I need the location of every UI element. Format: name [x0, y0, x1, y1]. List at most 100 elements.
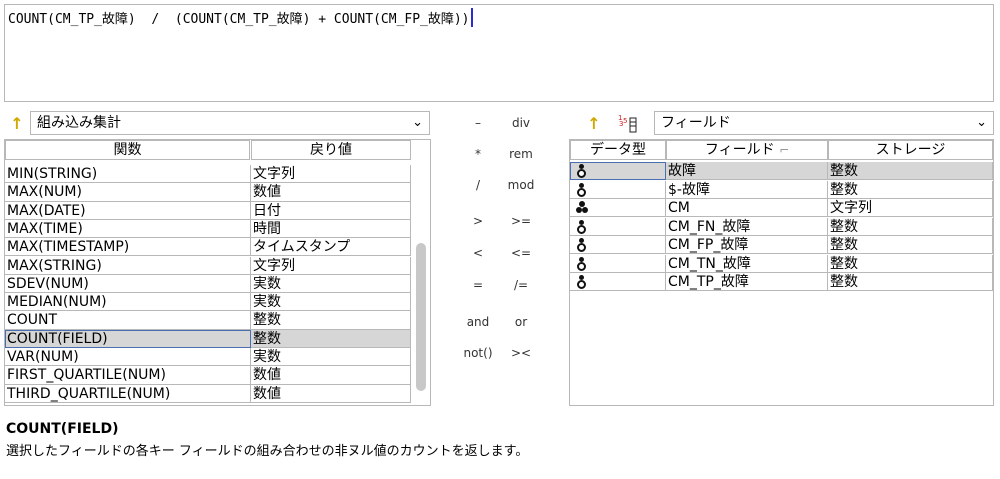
field-row[interactable]: CM_TN_故障 整数 [570, 254, 993, 273]
field-name: CM [666, 199, 828, 218]
chevron-down-icon: ⌄ [412, 115, 423, 130]
function-name: SDEV(NUM) [5, 274, 251, 294]
column-header-return[interactable]: 戻り値 [251, 140, 411, 160]
function-row[interactable]: MAX(DATE) 日付 [5, 201, 411, 220]
function-return-type: 数値 [251, 183, 411, 202]
svg-text:5: 5 [623, 117, 627, 125]
column-header-type[interactable]: データ型 [570, 140, 666, 160]
ordinal-icon [576, 219, 588, 234]
operator-button[interactable]: or [501, 314, 541, 330]
function-row[interactable]: MAX(NUM) 数値 [5, 183, 411, 202]
field-type-cell [570, 180, 666, 199]
column-header-storage[interactable]: ストレージ [828, 140, 993, 160]
function-name: MAX(DATE) [5, 201, 251, 220]
go-up-icon[interactable]: ↑ [6, 112, 28, 136]
operator-button[interactable]: div [501, 115, 541, 131]
ordinal-icon [576, 164, 588, 178]
operator-button[interactable]: – [458, 115, 498, 131]
field-storage: 整数 [828, 217, 993, 236]
ordinal-icon [576, 275, 588, 289]
operator-pad: – div * rem / mod > >= < <= =/= and or not() >< [458, 115, 558, 375]
operator-button[interactable]: not() [458, 345, 498, 361]
operator-button[interactable]: mod [501, 177, 541, 193]
field-storage: 整数 [828, 236, 993, 255]
function-row[interactable]: SDEV(NUM) 実数 [5, 274, 411, 294]
function-row[interactable]: FIRST_QUARTILE(NUM) 数値 [5, 366, 411, 385]
operator-button[interactable]: <= [501, 245, 541, 261]
operator-button[interactable]: * [458, 146, 498, 162]
function-row[interactable]: COUNT(FIELD) 整数 [5, 329, 411, 348]
field-row[interactable]: CM 文字列 [570, 199, 993, 218]
field-storage: 整数 [828, 273, 993, 292]
function-return-type: タイムスタンプ [251, 238, 411, 257]
go-up-icon[interactable]: ↑ [583, 112, 605, 136]
field-row[interactable]: CM_FP_故障 整数 [570, 236, 993, 255]
function-name: MAX(NUM) [5, 183, 251, 202]
field-name: $-故障 [666, 180, 828, 199]
operator-button[interactable]: and [458, 314, 498, 330]
text-caret [470, 8, 473, 27]
field-name: CM_TP_故障 [666, 273, 828, 292]
function-name: MIN(STRING) [5, 165, 251, 184]
field-source-select[interactable]: フィールド ⌄ [654, 111, 994, 135]
operator-button[interactable]: > [458, 213, 498, 229]
operator-button[interactable]: rem [501, 146, 541, 162]
ordinal-icon [576, 256, 588, 271]
function-return-type: 整数 [251, 329, 411, 348]
field-row[interactable]: CM_TP_故障 整数 [570, 273, 993, 292]
column-header-field-label: フィールド [704, 142, 775, 158]
field-row[interactable]: $-故障 整数 [570, 180, 993, 199]
expression-editor[interactable]: COUNT(CM_TP_故障) / (COUNT(CM_TP_故障) + COU… [4, 4, 994, 102]
column-header-function[interactable]: 関数 [5, 140, 250, 160]
field-type-cell [570, 254, 666, 273]
operator-button[interactable]: >< [501, 345, 541, 361]
function-return-type: 数値 [251, 366, 411, 385]
svg-text:3: 3 [619, 120, 623, 128]
sort-indicator-icon: ⌐ [779, 143, 790, 157]
operator-button[interactable]: /= [501, 277, 541, 293]
field-type-cell [570, 162, 666, 181]
function-row[interactable]: THIRD_QUARTILE(NUM) 数値 [5, 384, 411, 403]
expression-text[interactable]: COUNT(CM_TP_故障) / (COUNT(CM_TP_故障) + COU… [8, 12, 470, 27]
field-name: CM_FP_故障 [666, 236, 828, 255]
field-name: CM_FN_故障 [666, 217, 828, 236]
operator-button[interactable]: < [458, 245, 498, 261]
function-return-type: 文字列 [251, 256, 411, 275]
function-name: COUNT [5, 311, 251, 330]
function-row[interactable]: VAR(NUM) 実数 [5, 348, 411, 367]
function-row[interactable]: MAX(TIMESTAMP) タイムスタンプ [5, 238, 411, 257]
function-row[interactable]: MEDIAN(NUM) 実数 [5, 293, 411, 312]
description-text: 選択したフィールドの各キー フィールドの組み合わせの非ヌル値のカウントを返します… [6, 444, 529, 459]
function-name: MAX(TIMESTAMP) [5, 238, 251, 257]
field-storage: 文字列 [828, 199, 993, 218]
field-source-value: フィールド [661, 115, 731, 131]
function-row[interactable]: MAX(STRING) 文字列 [5, 256, 411, 275]
function-row[interactable]: MAX(TIME) 時間 [5, 219, 411, 239]
function-name: MAX(STRING) [5, 256, 251, 275]
field-reorder-icon[interactable]: 1 5 3 [617, 112, 641, 136]
field-name: 故障 [666, 162, 828, 181]
function-name: COUNT(FIELD) [5, 329, 251, 348]
field-type-cell [570, 236, 666, 255]
field-name: CM_TN_故障 [666, 254, 828, 273]
field-row[interactable]: 故障 整数 [570, 162, 993, 181]
functions-list: MIN(STRING) 文字列 MAX(NUM) 数値 MAX(DATE) 日付 MAX(T… [5, 165, 411, 405]
function-row[interactable]: MIN(STRING) 文字列 [5, 165, 411, 184]
function-return-type: 数値 [251, 384, 411, 403]
fields-list: 故障 整数 $-故障 整数 CM 文字列 CM_FN_故障 整数 CM_FP_故障 整数 CM_TN… [570, 162, 993, 402]
column-header-field[interactable]: フィールド ⌐ [666, 140, 828, 160]
function-return-type: 整数 [251, 311, 411, 330]
ordinal-icon [576, 182, 588, 197]
operator-button[interactable]: / [458, 177, 498, 193]
operator-button[interactable]: = [458, 277, 498, 293]
operator-button[interactable]: >= [501, 213, 541, 229]
scrollbar-thumb[interactable] [416, 243, 426, 391]
field-storage: 整数 [828, 162, 993, 181]
function-return-type: 日付 [251, 201, 411, 220]
field-row[interactable]: CM_FN_故障 整数 [570, 217, 993, 236]
function-name: FIRST_QUARTILE(NUM) [5, 366, 251, 385]
field-type-cell [570, 273, 666, 292]
function-category-select[interactable]: 組み込み集計 ⌄ [30, 111, 430, 135]
function-row[interactable]: COUNT 整数 [5, 311, 411, 330]
field-type-cell [570, 199, 666, 218]
